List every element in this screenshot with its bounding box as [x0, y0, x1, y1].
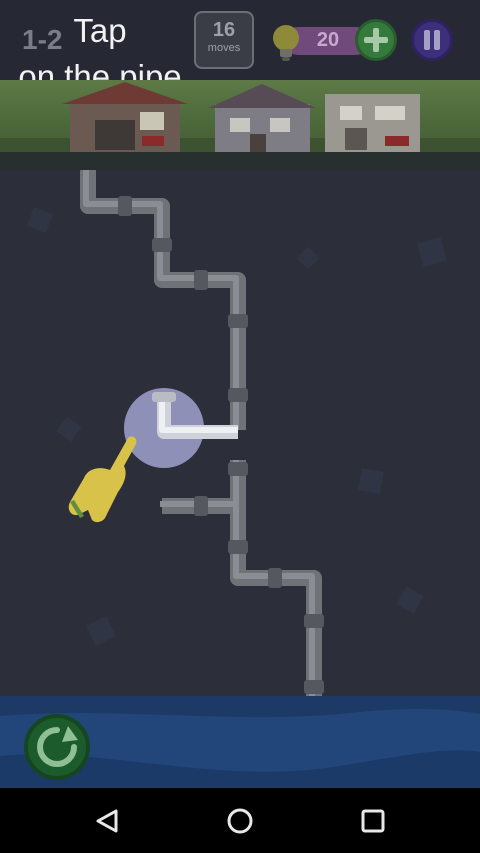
house-illustration	[62, 82, 188, 152]
add-hints-button[interactable]	[355, 19, 397, 61]
hints-count: 20	[316, 29, 340, 51]
nav-back-button[interactable]	[56, 788, 156, 853]
moves-counter: 16 moves	[194, 11, 254, 69]
restart-icon	[37, 726, 78, 767]
pipe-board[interactable]	[0, 160, 480, 696]
system-nav-bar	[0, 788, 480, 853]
recents-square-icon	[361, 809, 385, 833]
restart-button[interactable]	[24, 714, 90, 780]
highlighted-pipe-piece[interactable]	[124, 388, 238, 468]
pointing-hand-icon	[68, 436, 137, 523]
plus-icon	[364, 28, 388, 52]
game-screen: 1-2 16 moves 20 Tap on the pipe	[0, 0, 480, 788]
hint-line-1: Tap	[73, 12, 127, 49]
nav-home-button[interactable]	[190, 788, 290, 853]
pause-button[interactable]	[411, 19, 453, 61]
house-illustration	[325, 94, 420, 152]
lightbulb-icon[interactable]	[264, 20, 308, 64]
house-illustration	[208, 84, 316, 152]
moves-count: 16	[212, 19, 236, 41]
nav-recents-button[interactable]	[323, 788, 423, 853]
pause-icon	[424, 30, 440, 50]
moves-label: moves	[207, 42, 241, 54]
top-bar: 1-2 16 moves 20 Tap on the pipe	[0, 0, 480, 95]
home-circle-icon	[227, 808, 253, 834]
back-triangle-icon	[96, 809, 118, 833]
ground-strip	[0, 152, 480, 170]
houses-banner	[0, 80, 480, 160]
